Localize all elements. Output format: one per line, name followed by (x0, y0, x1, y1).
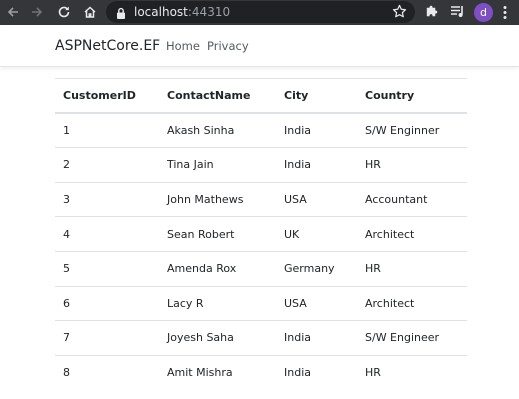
brand-link[interactable]: ASPNetCore.EF (55, 37, 160, 55)
app-navbar: ASPNetCore.EF Home Privacy (0, 25, 519, 67)
cell-country: HR (357, 147, 467, 183)
cell-country: Accountant (357, 181, 467, 217)
cell-customerid: 8 (55, 354, 159, 390)
cell-country: HR (357, 250, 467, 287)
cell-contactname: Lacy R (159, 285, 276, 321)
cell-country: Architect (357, 285, 467, 321)
cell-contactname: Amit Mishra (159, 354, 276, 390)
back-arrow-icon[interactable] (4, 3, 22, 21)
cell-city: USA (276, 285, 357, 321)
nav-privacy-link[interactable]: Privacy (207, 39, 249, 54)
table-row: 2 Tina Jain India HR (55, 147, 467, 183)
cell-contactname: Tina Jain (159, 147, 276, 183)
cell-country: S/W Engineer (357, 320, 467, 356)
media-control-icon[interactable] (450, 4, 466, 23)
table-header-row: CustomerID ContactName City Country (55, 78, 467, 115)
puzzle-icon[interactable] (424, 4, 439, 23)
star-icon[interactable] (392, 4, 407, 23)
cell-customerid: 1 (55, 112, 159, 148)
cell-city: India (276, 147, 357, 183)
forward-arrow-icon[interactable] (28, 3, 46, 21)
table-row: 3 John Mathews USA Accountant (55, 181, 467, 217)
table-row: 1 Akash Sinha India S/W Enginner (55, 112, 467, 148)
cell-customerid: 4 (55, 216, 159, 252)
header-contactname: ContactName (159, 78, 276, 115)
reload-icon[interactable] (55, 3, 73, 21)
cell-city: India (276, 320, 357, 356)
kebab-menu-icon[interactable] (502, 5, 508, 24)
home-icon[interactable] (81, 3, 99, 21)
url-port: :44310 (187, 5, 231, 19)
cell-contactname: John Mathews (159, 181, 276, 217)
customer-table: CustomerID ContactName City Country 1 Ak… (55, 78, 467, 390)
nav-home-link[interactable]: Home (166, 39, 200, 54)
address-text: localhost:44310 (134, 5, 230, 19)
header-customerid: CustomerID (55, 78, 159, 115)
header-city: City (276, 78, 357, 115)
cell-customerid: 7 (55, 320, 159, 356)
cell-contactname: Joyesh Saha (159, 320, 276, 356)
cell-city: India (276, 112, 357, 148)
table-row: 5 Amenda Rox Germany HR (55, 250, 467, 287)
cell-contactname: Amenda Rox (159, 250, 276, 287)
cell-contactname: Sean Robert (159, 216, 276, 252)
cell-customerid: 5 (55, 250, 159, 287)
table-row: 4 Sean Robert UK Architect (55, 216, 467, 252)
cell-city: India (276, 354, 357, 390)
cell-city: USA (276, 181, 357, 217)
profile-avatar[interactable]: d (474, 3, 493, 22)
cell-country: S/W Enginner (357, 112, 467, 148)
table-row: 6 Lacy R USA Architect (55, 285, 467, 321)
cell-contactname: Akash Sinha (159, 112, 276, 148)
cell-city: UK (276, 216, 357, 252)
cell-country: Architect (357, 216, 467, 252)
url-host: localhost (134, 5, 188, 19)
cell-customerid: 2 (55, 147, 159, 183)
cell-customerid: 3 (55, 181, 159, 217)
cell-customerid: 6 (55, 285, 159, 321)
browser-toolbar: localhost:44310 d (0, 0, 519, 25)
cell-country: HR (357, 354, 467, 390)
header-country: Country (357, 78, 467, 115)
lock-icon[interactable] (116, 5, 126, 24)
table-row: 8 Amit Mishra India HR (55, 354, 467, 390)
table-row: 7 Joyesh Saha India S/W Engineer (55, 320, 467, 356)
address-bar[interactable]: localhost:44310 (106, 1, 415, 23)
cell-city: Germany (276, 250, 357, 287)
